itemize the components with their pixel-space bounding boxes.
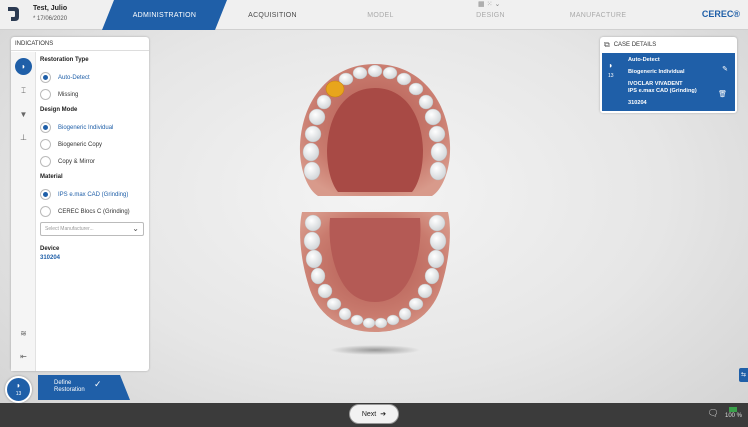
- design-tool-icons: ▦ ⁙ ⌄: [478, 1, 500, 8]
- checkmark-icon: ✓: [94, 379, 102, 389]
- abutment-icon[interactable]: ⊥: [15, 129, 32, 146]
- case-details-title: CASE DETAILS: [613, 41, 657, 48]
- option-missing[interactable]: Missing: [40, 86, 144, 103]
- radio-button[interactable]: [40, 206, 51, 217]
- option-auto-detect[interactable]: Auto-Detect: [40, 69, 144, 86]
- tab-acquisition[interactable]: ACQUISITION: [220, 0, 325, 30]
- implant-icon[interactable]: ▼: [15, 106, 32, 123]
- dentsply-logo-icon: [8, 7, 19, 21]
- option-label: Missing: [58, 91, 79, 98]
- indications-content: Restoration Type Auto-Detect Missing Des…: [40, 57, 144, 261]
- case-material: IPS e.max CAD (Grinding): [628, 88, 697, 94]
- define-restoration-tab[interactable]: Define Restoration ✓: [38, 375, 130, 400]
- case-manufacturer: IVOCLAR VIVADENT: [628, 81, 683, 87]
- option-label: Auto-Detect: [58, 74, 90, 81]
- device-value: 310204: [40, 255, 61, 261]
- material-label: Material: [40, 174, 63, 180]
- case-summary: Auto-Detect Biogeneric Individual IVOCLA…: [628, 57, 697, 107]
- option-label: CEREC Blocs C (Grinding): [58, 208, 130, 215]
- grid-icon: ▦: [478, 1, 485, 8]
- case-item[interactable]: ◗ 13 Auto-Detect Biogeneric Individual I…: [602, 53, 735, 111]
- arrow-right-icon: ➔: [380, 411, 387, 418]
- case-details-icon: ⧉: [604, 39, 610, 49]
- define-tab-line2: Restoration: [54, 387, 85, 393]
- battery-level: 100 %: [724, 413, 742, 419]
- tab-manufacture[interactable]: MANUFACTURE: [548, 0, 648, 30]
- tab-administration[interactable]: ADMINISTRATION: [102, 0, 227, 30]
- define-tab-line1: Define: [54, 380, 72, 386]
- radio-button[interactable]: [40, 122, 51, 133]
- status-area: 🗨︎ 100 %: [708, 407, 742, 419]
- feedback-icon[interactable]: 🗨︎: [708, 408, 719, 419]
- upper-jaw[interactable]: [299, 64, 451, 196]
- patient-dob: * 17/06/2020: [33, 16, 68, 22]
- restoration-type-label: Restoration Type: [40, 57, 89, 63]
- chevron-down-icon: ⌄: [132, 224, 139, 233]
- case-restoration-type: Auto-Detect: [628, 57, 660, 63]
- battery-indicator: 100 %: [725, 407, 742, 419]
- side-panel-toggle[interactable]: ⇆: [739, 368, 748, 382]
- bridge-icon[interactable]: ⌶: [15, 82, 32, 99]
- case-device: 310204: [628, 100, 647, 106]
- battery-icon: [729, 407, 738, 412]
- jaw-model-view[interactable]: [290, 60, 460, 360]
- option-ips-emax[interactable]: IPS e.max CAD (Grinding): [40, 186, 144, 203]
- case-details-panel: ⧉ CASE DETAILS ◗ 13 Auto-Detect Biogener…: [600, 37, 737, 113]
- lower-jaw[interactable]: [300, 212, 450, 332]
- next-label: Next: [361, 410, 377, 418]
- manufacturer-placeholder: Select Manufacturer...: [45, 226, 94, 232]
- option-label: Biogeneric Copy: [58, 141, 103, 148]
- tooth-badge[interactable]: ◗ 13: [5, 376, 32, 403]
- layers-icon[interactable]: ≋: [15, 325, 32, 342]
- design-mode-label: Design Mode: [40, 107, 78, 113]
- workflow-steps: ADMINISTRATION ACQUISITION MODEL DESIGN …: [100, 0, 675, 30]
- collapse-panel-icon[interactable]: ⇤: [15, 348, 32, 365]
- option-copy-mirror[interactable]: Copy & Mirror: [40, 153, 144, 170]
- option-cerec-blocs[interactable]: CEREC Blocs C (Grinding): [40, 203, 144, 220]
- tab-model[interactable]: MODEL: [328, 0, 433, 30]
- brand-logo: CEREC®: [701, 9, 740, 19]
- device-label: Device: [40, 246, 60, 252]
- case-tooth: ◗ 13: [608, 61, 614, 79]
- trash-icon[interactable]: 🗑︎: [718, 90, 727, 98]
- tooth-selection-icon[interactable]: ◗: [15, 58, 32, 75]
- radio-button[interactable]: [40, 72, 51, 83]
- option-biogeneric-copy[interactable]: Biogeneric Copy: [40, 136, 144, 153]
- tooth-badge-number: 13: [15, 391, 22, 397]
- grid-small-icon: ⁙: [486, 1, 493, 8]
- case-design-mode: Biogeneric Individual: [628, 69, 685, 75]
- next-button[interactable]: Next ➔: [349, 404, 399, 424]
- expand-icon: ⇆: [740, 372, 747, 378]
- radio-button[interactable]: [40, 156, 51, 167]
- chevron-down-icon[interactable]: ⌄: [495, 1, 501, 8]
- patient-info[interactable]: Test, Julio * 17/06/2020: [33, 4, 67, 24]
- case-details-header: ⧉ CASE DETAILS: [600, 37, 737, 52]
- tooth-icon: ◗: [608, 61, 614, 70]
- patient-name: Test, Julio: [33, 5, 68, 12]
- tooth-icon: ◗: [16, 381, 21, 390]
- selected-tooth-13[interactable]: [325, 80, 345, 98]
- option-label: Copy & Mirror: [58, 158, 96, 165]
- tool-rail: ◗ ⌶ ▼ ⊥ ≋ ⇤: [11, 52, 36, 371]
- option-label: IPS e.max CAD (Grinding): [58, 191, 129, 198]
- option-label: Biogeneric Individual: [58, 124, 114, 131]
- panel-title: INDICATIONS: [11, 37, 149, 51]
- indications-panel: INDICATIONS ◗ ⌶ ▼ ⊥ ≋ ⇤ Restoration Type…: [11, 37, 149, 371]
- radio-button[interactable]: [40, 189, 51, 200]
- option-biogeneric-individual[interactable]: Biogeneric Individual: [40, 119, 144, 136]
- radio-button[interactable]: [40, 89, 51, 100]
- radio-button[interactable]: [40, 139, 51, 150]
- edit-icon[interactable]: ✎: [722, 65, 728, 73]
- manufacturer-select[interactable]: Select Manufacturer... ⌄: [40, 222, 144, 236]
- case-tooth-number: 13: [608, 73, 614, 79]
- top-bar: Test, Julio * 17/06/2020 ADMINISTRATION …: [0, 0, 748, 30]
